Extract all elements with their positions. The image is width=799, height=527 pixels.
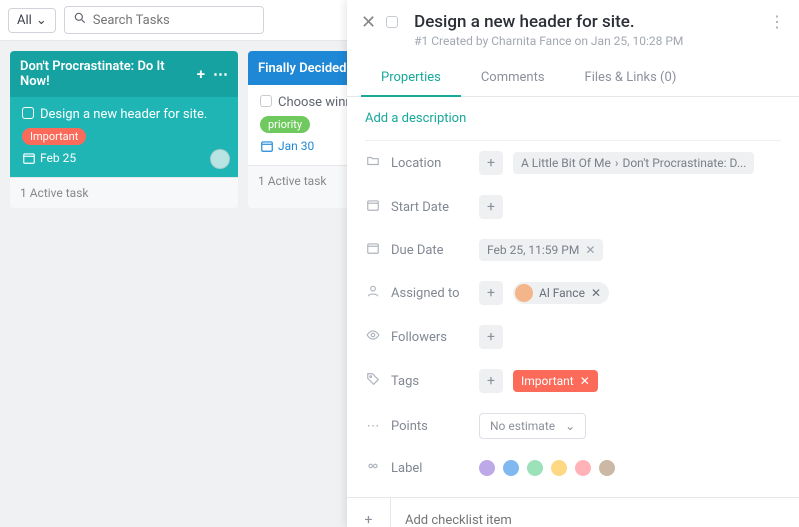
points-icon: ⋯ [365, 419, 381, 434]
task-panel: ✕ Design a new header for site. #1 Creat… [347, 0, 799, 527]
more-menu-icon[interactable]: ⋮ [769, 12, 785, 31]
task-title[interactable]: Design a new header for site. [414, 12, 759, 32]
due-date-label: Due Date [391, 243, 469, 258]
add-card-icon[interactable]: + [197, 65, 205, 83]
column-header[interactable]: Don't Procrastinate: Do It Now!+ ⋯ [10, 51, 238, 97]
tag-icon [365, 372, 381, 390]
task-card[interactable]: Design a new header for site. Important Fe… [10, 97, 238, 178]
color-swatch[interactable] [527, 460, 543, 476]
column-menu-icon[interactable]: ⋯ [213, 65, 228, 83]
checklist-input[interactable] [391, 498, 799, 527]
color-swatch[interactable] [479, 460, 495, 476]
calendar-icon [22, 151, 36, 165]
label-label: Label [391, 461, 469, 476]
calendar-icon [260, 139, 274, 153]
calendar-icon [365, 241, 381, 259]
start-date-label: Start Date [391, 200, 469, 215]
tab-comments[interactable]: Comments [461, 60, 565, 96]
card-title: Design a new header for site. [40, 107, 207, 122]
color-swatch[interactable] [599, 460, 615, 476]
author-link[interactable]: Charnita Fance [491, 34, 571, 48]
description-input[interactable]: Add a description [365, 111, 781, 140]
search-input[interactable] [93, 13, 255, 28]
column-footer: 1 Active task [10, 178, 238, 208]
tab-properties[interactable]: Properties [361, 60, 461, 97]
add-assignee-button[interactable]: + [479, 281, 503, 305]
add-checklist-button[interactable]: + [347, 498, 391, 527]
color-swatch[interactable] [551, 460, 567, 476]
column-title: Finally Decided t [258, 61, 354, 76]
card-checkbox[interactable] [22, 107, 34, 119]
add-tag-button[interactable]: + [479, 369, 503, 393]
points-label: Points [391, 419, 469, 434]
location-label: Location [391, 156, 469, 171]
remove-assignee[interactable]: ✕ [591, 286, 601, 300]
user-icon [365, 284, 381, 302]
column-title: Don't Procrastinate: Do It Now! [20, 59, 197, 89]
card-date: Feb 25 [40, 151, 76, 165]
card-checkbox[interactable] [260, 95, 272, 107]
location-chip[interactable]: A Little Bit Of Me › Don't Procrastinate… [513, 152, 754, 174]
task-complete-checkbox[interactable] [386, 16, 398, 28]
followers-label: Followers [391, 330, 469, 345]
clear-due-date[interactable]: ✕ [585, 243, 595, 257]
assignee-chip[interactable]: Al Fance✕ [513, 282, 609, 304]
filter-dropdown[interactable]: All ⌄ [8, 8, 56, 33]
close-icon[interactable]: ✕ [361, 14, 376, 32]
label-icon [365, 459, 381, 477]
tab-files-links-[interactable]: Files & Links (0) [565, 60, 697, 96]
add-start-date-button[interactable]: + [479, 195, 503, 219]
color-swatch[interactable] [503, 460, 519, 476]
points-select[interactable]: No estimate⌄ [479, 413, 586, 439]
filter-label: All [17, 13, 32, 28]
card-tag: Important [22, 128, 86, 145]
card-date: Jan 30 [278, 139, 314, 153]
remove-tag[interactable]: ✕ [580, 374, 590, 388]
search-icon [73, 11, 87, 29]
add-location-button[interactable]: + [479, 151, 503, 175]
eye-icon [365, 328, 381, 346]
due-date-chip[interactable]: Feb 25, 11:59 PM✕ [479, 239, 603, 261]
chevron-down-icon: ⌄ [565, 419, 575, 433]
chevron-down-icon: ⌄ [36, 13, 47, 28]
tags-label: Tags [391, 374, 469, 389]
avatar [515, 284, 533, 302]
tag-chip[interactable]: Important✕ [513, 370, 598, 392]
assigned-label: Assigned to [391, 286, 469, 301]
avatar [210, 149, 230, 169]
task-subtitle: #1 Created by Charnita Fance on Jan 25, … [414, 34, 759, 48]
add-follower-button[interactable]: + [479, 325, 503, 349]
search-wrap[interactable] [64, 6, 264, 34]
folder-icon [365, 154, 381, 172]
calendar-icon [365, 198, 381, 216]
card-tag: priority [260, 116, 310, 133]
color-swatch[interactable] [575, 460, 591, 476]
